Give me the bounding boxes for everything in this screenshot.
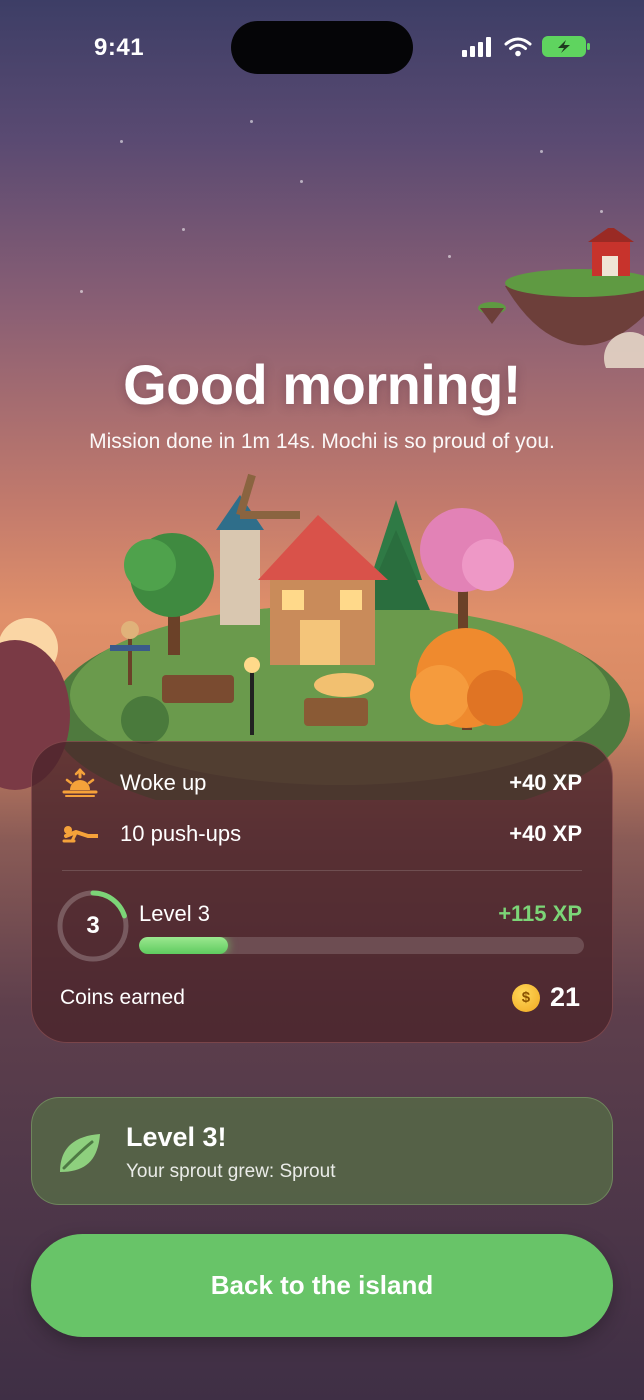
floating-barn-island-illustration [478,228,644,368]
level-up-subtitle: Your sprout grew: Sprout [126,1161,336,1182]
level-xp-gained: +115 XP [498,901,582,926]
push-up-icon [62,826,98,843]
status-bar: 9:41 [0,0,644,96]
reward-row-push-ups: 10 push-ups +40 XP [62,821,582,847]
xp-progress-fill [139,937,228,954]
level-up-banner: Level 3! Your sprout grew: Sprout [31,1097,613,1205]
sunrise-icon [62,768,98,797]
coins-earned: $ 21 [511,982,580,1013]
mission-summary-card: Woke up +40 XP 10 push-ups +40 XP 3 Leve… [31,741,613,1043]
status-icons [462,36,590,57]
reward-label: Woke up [120,770,207,795]
page-subtitle: Mission done in 1m 14s. Mochi is so prou… [89,430,555,453]
coins-label: Coins earned [60,986,185,1009]
status-time: 9:41 [94,34,145,61]
leaf-icon [60,1134,100,1172]
battery-icon [542,36,590,57]
wifi-icon [504,37,532,56]
level-up-title: Level 3! [126,1122,227,1152]
dynamic-island [231,21,413,74]
coin-icon: $ [511,983,540,1012]
card-divider [62,870,582,871]
reward-xp: +40 XP [509,821,582,846]
reward-xp: +40 XP [509,770,582,795]
level-number: 3 [86,912,100,939]
signal-icon [462,36,491,57]
xp-progress-bar [139,937,584,954]
coins-value: 21 [549,982,580,1012]
back-to-island-button[interactable]: Back to the island [31,1234,613,1337]
reward-row-woke-up: Woke up +40 XP [62,768,582,798]
level-title: Level 3 [139,901,210,926]
reward-label: 10 push-ups [120,821,242,846]
